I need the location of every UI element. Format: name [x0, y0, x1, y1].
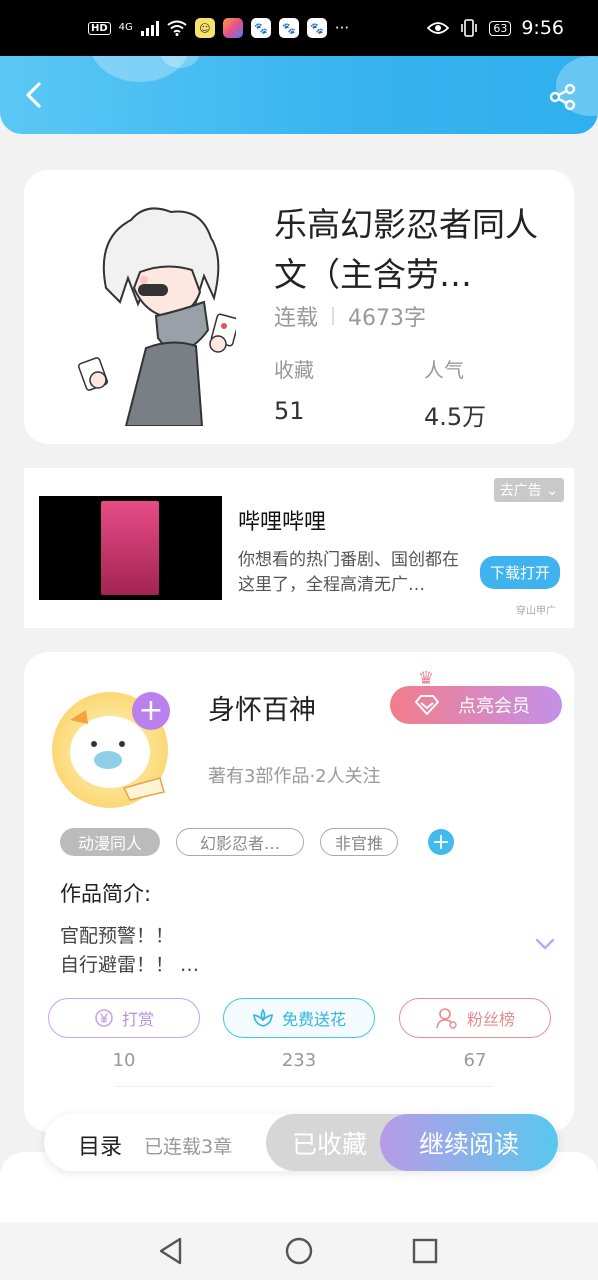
status-bar: HD 4G ☺ 🐾 🐾 🐾 ··· 63 9:56: [0, 0, 598, 56]
fans-label: 粉丝榜: [466, 1010, 515, 1029]
nav-recent-icon[interactable]: [406, 1232, 444, 1270]
app-notification-icon: ☺: [194, 18, 215, 38]
eye-icon: [427, 22, 450, 34]
book-word-count: 4673字: [348, 306, 427, 331]
yen-icon: [95, 1009, 113, 1027]
intro-line: 自行避雷！！ …: [60, 954, 200, 976]
favorites-value: 51: [274, 397, 305, 425]
more-notifications: ···: [334, 19, 350, 37]
book-info-card: 乐高幻影忍者同人文（主含劳… 连载 4673字 收藏 51 人气 4.5万: [24, 170, 574, 444]
bottom-action-bar: 目录 已连载3章 已收藏 继续阅读: [44, 1114, 558, 1171]
vip-label: 点亮会员: [458, 696, 530, 717]
ad-phone-image: [101, 501, 159, 595]
system-nav-bar: [0, 1222, 598, 1280]
popularity-value: 4.5万: [424, 403, 487, 431]
ad-app-name: 哔哩哔哩: [238, 510, 327, 535]
flower-icon: [253, 1008, 273, 1027]
intro-line: 官配预警！！: [60, 925, 175, 947]
tip-count: 10: [112, 1050, 136, 1071]
remove-ad-button[interactable]: 去广告 ⌄: [493, 478, 564, 502]
status-right: 63 9:56: [427, 17, 564, 39]
network-indicator: 4G: [118, 22, 133, 33]
wifi-icon: [167, 20, 187, 36]
author-card: + 身怀百神 著有3部作品·2人关注 ♛ 点亮会员 动漫同人 幻影忍者… 非官推…: [24, 652, 574, 1132]
tag-item[interactable]: 幻影忍者…: [176, 828, 304, 856]
vibrate-icon: [461, 19, 478, 37]
book-cover[interactable]: [76, 198, 236, 426]
tag-item[interactable]: 非官推: [320, 828, 398, 856]
ad-banner[interactable]: 去广告 ⌄ 哔哩哔哩 你想看的热门番剧、国创都在这里了，全程高清无广… 下载打开…: [24, 468, 574, 628]
meta-divider: [332, 307, 335, 325]
baidu-icon: 🐾: [306, 18, 327, 38]
user-icon: [436, 1008, 457, 1029]
chapter-count[interactable]: 已连载3章: [144, 1132, 232, 1159]
book-status: 连载: [274, 306, 319, 331]
intro-text: 官配预警！！ 自行避雷！！ …: [60, 922, 199, 980]
tip-label: 打赏: [121, 1010, 154, 1029]
ad-download-button[interactable]: 下载打开: [479, 556, 560, 589]
fans-count: 67: [463, 1050, 487, 1071]
battery-indicator: 63: [489, 20, 512, 36]
tip-button[interactable]: 打赏: [48, 998, 200, 1038]
table-of-contents-button[interactable]: 目录: [78, 1129, 122, 1161]
nav-back-icon[interactable]: [152, 1232, 190, 1270]
signal-icon: [140, 20, 159, 36]
diamond-icon: [415, 695, 439, 715]
book-title: 乐高幻影忍者同人文（主含劳…: [274, 205, 538, 294]
follow-plus-button[interactable]: +: [132, 692, 170, 730]
back-icon[interactable]: [18, 78, 52, 112]
book-meta: 连载 4673字: [274, 300, 426, 332]
baidu-icon: 🐾: [250, 18, 271, 38]
divider: [114, 1086, 494, 1087]
nav-home-icon[interactable]: [280, 1232, 318, 1270]
tag-list: 动漫同人 幻影忍者… 非官推 +: [60, 828, 454, 856]
share-icon[interactable]: [548, 82, 578, 112]
popularity-stat: 人气 4.5万: [424, 354, 486, 432]
favorites-label: 收藏: [274, 358, 314, 382]
flower-label: 免费送花: [281, 1010, 346, 1029]
baidu-icon: 🐾: [278, 18, 299, 38]
favorites-stat: 收藏 51: [274, 354, 314, 425]
status-left: HD 4G ☺ 🐾 🐾 🐾 ···: [88, 18, 349, 38]
vip-button[interactable]: ♛ 点亮会员: [390, 668, 562, 724]
author-works-info: 著有3部作品·2人关注: [208, 766, 381, 787]
app-notification-icon: [222, 18, 243, 38]
chevron-down-icon: ⌄: [546, 483, 558, 499]
continue-reading-button[interactable]: 继续阅读: [380, 1114, 558, 1171]
add-tag-button[interactable]: +: [428, 829, 454, 855]
ad-video-thumbnail[interactable]: [39, 496, 222, 600]
ad-description: 你想看的热门番剧、国创都在这里了，全程高清无广…: [238, 550, 459, 595]
popularity-label: 人气: [424, 358, 464, 382]
hd-indicator: HD: [88, 21, 111, 35]
flower-count: 233: [281, 1050, 317, 1071]
remove-ad-label: 去广告: [499, 483, 542, 499]
chevron-down-icon[interactable]: [534, 936, 556, 952]
intro-title: 作品简介:: [60, 882, 152, 906]
tag-item[interactable]: 动漫同人: [60, 828, 160, 856]
fans-ranking-button[interactable]: 粉丝榜: [399, 998, 551, 1038]
header-bar: [0, 56, 598, 134]
flower-button[interactable]: 免费送花: [223, 998, 375, 1038]
author-name[interactable]: 身怀百神: [208, 688, 316, 727]
clock: 9:56: [521, 17, 564, 39]
crown-icon: ♛: [418, 668, 435, 689]
ad-source: 穿山甲广: [516, 606, 556, 617]
author-avatar[interactable]: [48, 690, 196, 808]
